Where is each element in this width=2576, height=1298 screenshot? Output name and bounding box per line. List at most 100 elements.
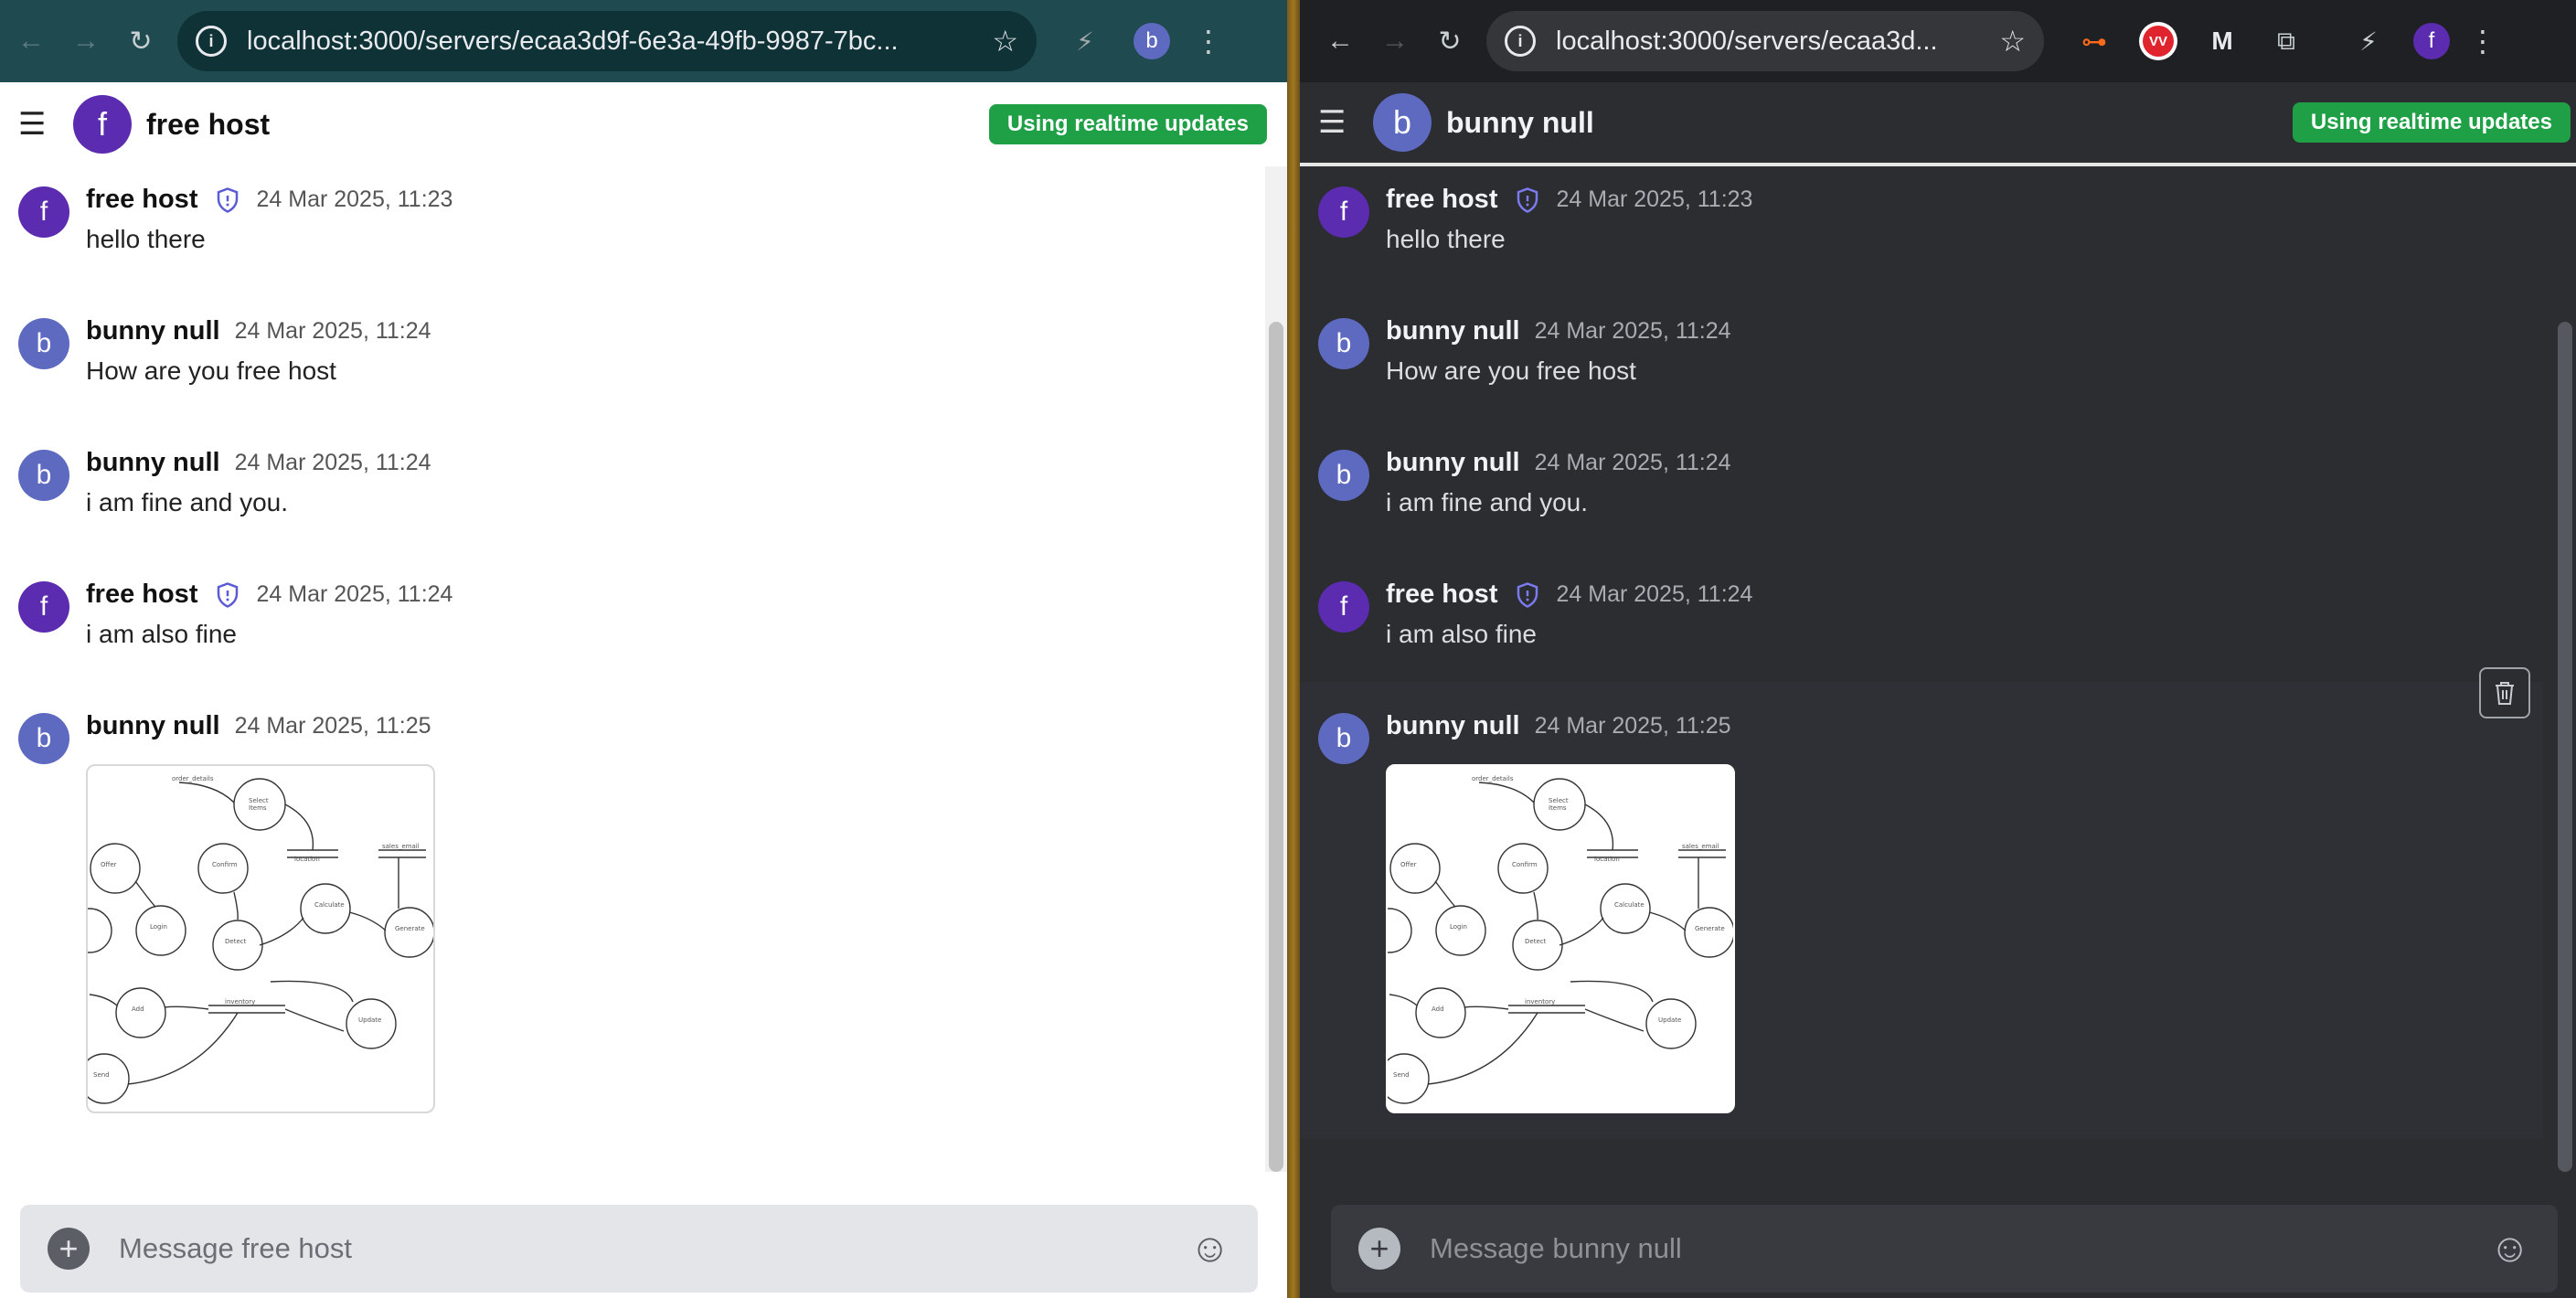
browser-toolbar: ← → ↻ i localhost:3000/servers/ecaa3d9f-…: [0, 0, 1287, 82]
reload-icon[interactable]: ↻: [1422, 14, 1477, 69]
message-text: hello there: [86, 225, 206, 253]
link-icon[interactable]: ⊶: [2071, 18, 2117, 64]
avatar: b: [18, 450, 69, 501]
add-attachment-icon[interactable]: +: [1358, 1228, 1400, 1270]
url-text[interactable]: localhost:3000/servers/ecaa3d...: [1556, 27, 1988, 57]
chat-header: ☰ b bunny null Using realtime updates: [1300, 82, 2576, 166]
svg-text:order_details: order_details: [1472, 775, 1514, 782]
shield-icon: [1517, 186, 1538, 213]
svg-text:location: location: [294, 856, 320, 863]
scrollbar-thumb[interactable]: [1269, 322, 1283, 1172]
message-text: i am also fine: [86, 620, 237, 648]
vv-icon[interactable]: VV: [2135, 18, 2181, 64]
forward-icon[interactable]: →: [59, 14, 113, 69]
svg-text:Offer: Offer: [101, 861, 117, 868]
svg-text:Calculate: Calculate: [314, 901, 345, 909]
profile-avatar[interactable]: b: [1134, 23, 1170, 59]
back-icon[interactable]: ←: [4, 14, 59, 69]
message-timestamp: 24 Mar 2025, 11:25: [234, 713, 431, 739]
address-bar[interactable]: i localhost:3000/servers/ecaa3d9f-6e3a-4…: [177, 11, 1037, 71]
site-info-icon[interactable]: i: [1505, 26, 1536, 57]
reload-icon[interactable]: ↻: [113, 14, 168, 69]
message-timestamp: 24 Mar 2025, 11:24: [1556, 581, 1753, 607]
message-item: f free host 24 Mar 2025, 11:23 hello the…: [0, 166, 1254, 298]
svg-text:Select: Select: [249, 797, 269, 804]
performance-icon[interactable]: ⚡: [2346, 18, 2391, 64]
shield-icon: [218, 186, 239, 213]
avatar: f: [1318, 186, 1369, 238]
forward-icon[interactable]: →: [1368, 14, 1422, 69]
message-author[interactable]: free host: [86, 580, 197, 610]
message-timestamp: 24 Mar 2025, 11:23: [1556, 186, 1753, 212]
message-item: b bunny null 24 Mar 2025, 11:24 i am fin…: [1300, 430, 2543, 561]
message-composer: + ☺: [20, 1205, 1258, 1293]
add-attachment-icon[interactable]: +: [48, 1228, 90, 1270]
avatar: b: [1318, 450, 1369, 501]
message-author[interactable]: bunny null: [86, 711, 220, 741]
profile-avatar[interactable]: f: [2413, 23, 2450, 59]
svg-text:inventory: inventory: [1525, 998, 1555, 1005]
browser-menu-icon[interactable]: ⋮: [1194, 24, 1223, 59]
svg-text:Login: Login: [150, 923, 167, 931]
realtime-status-badge: Using realtime updates: [2292, 102, 2571, 143]
message-author[interactable]: free host: [86, 185, 197, 215]
right-browser-window: ← → ↻ i localhost:3000/servers/ecaa3d...…: [1300, 0, 2576, 1298]
performance-icon[interactable]: ⚡: [1062, 18, 1108, 64]
message-timestamp: 24 Mar 2025, 11:24: [1534, 450, 1731, 475]
message-list: f free host 24 Mar 2025, 11:23 hello the…: [0, 166, 1287, 1172]
avatar: b: [18, 713, 69, 764]
svg-text:Login: Login: [1450, 923, 1467, 931]
browser-toolbar: ← → ↻ i localhost:3000/servers/ecaa3d...…: [1300, 0, 2576, 82]
url-text[interactable]: localhost:3000/servers/ecaa3d9f-6e3a-49f…: [247, 27, 981, 57]
site-info-icon[interactable]: i: [196, 26, 227, 57]
svg-text:Select: Select: [1549, 797, 1569, 804]
chat-header: ☰ f free host Using realtime updates: [0, 82, 1287, 166]
svg-text:location: location: [1594, 856, 1620, 863]
bookmark-star-icon[interactable]: ☆: [992, 24, 1018, 59]
diagram-attachment-image[interactable]: Select Items Offer Confirm Login Detect Cal…: [86, 764, 435, 1113]
bookmark-star-icon[interactable]: ☆: [1999, 24, 2026, 59]
message-scrollbar[interactable]: [2554, 166, 2576, 1172]
message-author[interactable]: bunny null: [86, 448, 220, 478]
malwarebytes-icon[interactable]: M: [2199, 18, 2245, 64]
channel-title: bunny null: [1446, 105, 1594, 139]
message-author[interactable]: free host: [1386, 185, 1497, 215]
scrollbar-thumb[interactable]: [2558, 322, 2572, 1172]
back-icon[interactable]: ←: [1313, 14, 1368, 69]
message-item: f free host 24 Mar 2025, 11:24 i am also…: [0, 561, 1254, 693]
message-author[interactable]: bunny null: [1386, 316, 1520, 346]
puzzle-icon[interactable]: ⧉: [2263, 18, 2309, 64]
message-text: i am fine and you.: [86, 488, 289, 516]
svg-text:Update: Update: [1658, 1016, 1681, 1024]
browser-menu-icon[interactable]: ⋮: [2468, 24, 2497, 59]
message-item: f free host 24 Mar 2025, 11:24 i am also…: [1300, 561, 2543, 693]
message-input[interactable]: [117, 1231, 1190, 1266]
emoji-picker-icon[interactable]: ☺: [1189, 1226, 1230, 1271]
svg-text:sales_email: sales_email: [1682, 843, 1719, 850]
message-text: i am fine and you.: [1386, 488, 1589, 516]
channel-title: free host: [146, 107, 271, 141]
diagram-attachment-image[interactable]: Select Items Offer Confirm Login Detect Cal…: [1386, 764, 1735, 1113]
message-author[interactable]: bunny null: [1386, 448, 1520, 478]
message-author[interactable]: bunny null: [1386, 711, 1520, 741]
message-timestamp: 24 Mar 2025, 11:23: [256, 186, 453, 212]
message-item: b bunny null 24 Mar 2025, 11:24 How are …: [1300, 298, 2543, 430]
hamburger-menu-icon[interactable]: ☰: [18, 106, 73, 143]
svg-text:Items: Items: [249, 804, 267, 812]
message-scrollbar[interactable]: [1265, 166, 1287, 1172]
message-text: hello there: [1386, 225, 1506, 253]
message-input[interactable]: [1428, 1231, 2490, 1266]
svg-text:Generate: Generate: [1695, 925, 1725, 932]
message-author[interactable]: free host: [1386, 580, 1497, 610]
address-bar[interactable]: i localhost:3000/servers/ecaa3d... ☆: [1486, 11, 2044, 71]
hamburger-menu-icon[interactable]: ☰: [1318, 104, 1373, 141]
delete-message-button[interactable]: [2479, 667, 2530, 718]
emoji-picker-icon[interactable]: ☺: [2489, 1226, 2530, 1271]
svg-text:Calculate: Calculate: [1614, 901, 1645, 909]
shield-icon: [1517, 581, 1538, 608]
message-text: How are you free host: [86, 356, 336, 385]
svg-text:Confirm: Confirm: [1512, 861, 1538, 868]
svg-text:inventory: inventory: [225, 998, 255, 1005]
message-author[interactable]: bunny null: [86, 316, 220, 346]
svg-text:order_details: order_details: [172, 775, 214, 782]
